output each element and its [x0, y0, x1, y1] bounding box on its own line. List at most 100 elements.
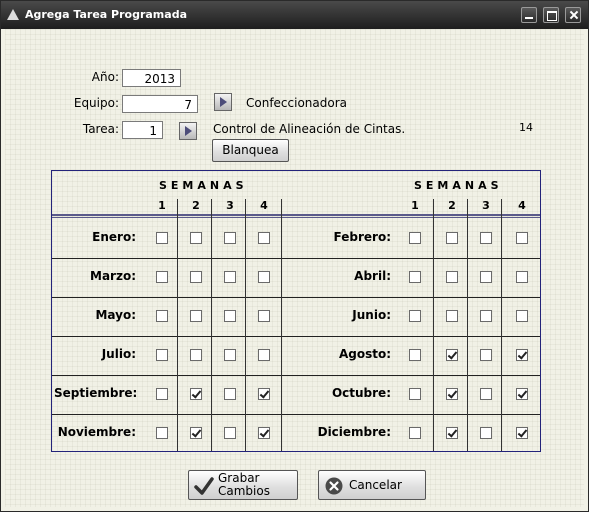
anio-label: Año: — [91, 70, 119, 84]
checkbox-julio-week-3[interactable] — [224, 349, 236, 361]
month-label-marzo: Marzo: — [90, 269, 136, 283]
week-number-left-4: 4 — [260, 199, 268, 212]
equipo-field[interactable] — [122, 95, 198, 113]
checkbox-septiembre-week-4[interactable] — [258, 388, 270, 400]
checkbox-octubre-week-4[interactable] — [516, 388, 528, 400]
column-divider — [433, 199, 434, 451]
week-number-right-2: 2 — [448, 199, 456, 212]
checkbox-julio-week-4[interactable] — [258, 349, 270, 361]
equipo-lookup-button[interactable] — [214, 93, 232, 111]
month-label-septiembre: Septiembre: — [54, 386, 138, 400]
week-number-right-4: 4 — [518, 199, 526, 212]
checkbox-noviembre-week-3[interactable] — [224, 427, 236, 439]
week-number-right-3: 3 — [482, 199, 490, 212]
month-label-febrero: Febrero: — [333, 230, 391, 244]
checkbox-octubre-week-1[interactable] — [409, 388, 421, 400]
checkbox-diciembre-week-1[interactable] — [409, 427, 421, 439]
month-label-diciembre: Diciembre: — [317, 425, 391, 439]
checkbox-mayo-week-2[interactable] — [190, 310, 202, 322]
week-number-left-1: 1 — [158, 199, 166, 212]
month-label-enero: Enero: — [92, 230, 136, 244]
month-label-noviembre: Noviembre: — [57, 425, 136, 439]
checkbox-abril-week-1[interactable] — [409, 271, 421, 283]
grabar-cambios-button[interactable]: Grabar Cambios — [188, 470, 298, 500]
checkbox-abril-week-3[interactable] — [480, 271, 492, 283]
column-divider — [467, 199, 468, 451]
anio-field[interactable] — [122, 69, 181, 87]
month-label-julio: Julio: — [101, 347, 136, 361]
checkbox-noviembre-week-2[interactable] — [190, 427, 202, 439]
week-number-left-2: 2 — [192, 199, 200, 212]
checkbox-marzo-week-1[interactable] — [156, 271, 168, 283]
week-number-right-1: 1 — [411, 199, 419, 212]
checkbox-junio-week-3[interactable] — [480, 310, 492, 322]
tarea-name: Control de Alineación de Cintas. — [213, 122, 406, 136]
tarea-field[interactable] — [122, 121, 163, 139]
checkbox-septiembre-week-1[interactable] — [156, 388, 168, 400]
title-bar[interactable]: Agrega Tarea Programada — [1, 1, 588, 29]
month-label-octubre: Octubre: — [331, 386, 391, 400]
checkbox-noviembre-week-4[interactable] — [258, 427, 270, 439]
minimize-button[interactable] — [521, 7, 537, 23]
checkbox-agosto-week-1[interactable] — [409, 349, 421, 361]
checkbox-marzo-week-2[interactable] — [190, 271, 202, 283]
month-label-junio: Junio: — [352, 308, 391, 322]
checkbox-marzo-week-3[interactable] — [224, 271, 236, 283]
checkbox-diciembre-week-4[interactable] — [516, 427, 528, 439]
checkbox-julio-week-1[interactable] — [156, 349, 168, 361]
checkbox-febrero-week-3[interactable] — [480, 232, 492, 244]
play-arrow-icon — [185, 126, 192, 136]
checkbox-junio-week-4[interactable] — [516, 310, 528, 322]
maximize-button[interactable] — [543, 7, 559, 23]
column-divider — [501, 199, 502, 451]
dialog-content: Año: Equipo: Confeccionadora Tarea: Cont… — [5, 29, 584, 507]
semanas-header-right: SEMANAS — [414, 179, 503, 192]
equipo-label: Equipo: — [73, 96, 119, 110]
checkbox-enero-week-1[interactable] — [156, 232, 168, 244]
checkbox-febrero-week-1[interactable] — [409, 232, 421, 244]
checkbox-mayo-week-4[interactable] — [258, 310, 270, 322]
tarea-lookup-button[interactable] — [179, 122, 197, 140]
equipo-name: Confeccionadora — [246, 96, 348, 110]
tarea-label: Tarea: — [82, 122, 119, 136]
blanquea-button[interactable]: Blanquea — [212, 139, 289, 162]
checkbox-diciembre-week-3[interactable] — [480, 427, 492, 439]
task-count: 14 — [519, 121, 533, 134]
checkbox-septiembre-week-2[interactable] — [190, 388, 202, 400]
checkbox-diciembre-week-2[interactable] — [446, 427, 458, 439]
checkbox-abril-week-4[interactable] — [516, 271, 528, 283]
checkbox-marzo-week-4[interactable] — [258, 271, 270, 283]
checkbox-mayo-week-3[interactable] — [224, 310, 236, 322]
cancelar-button[interactable]: Cancelar — [318, 470, 426, 500]
month-label-mayo: Mayo: — [95, 308, 136, 322]
column-divider — [211, 199, 212, 451]
checkbox-mayo-week-1[interactable] — [156, 310, 168, 322]
checkbox-enero-week-3[interactable] — [224, 232, 236, 244]
column-divider — [245, 199, 246, 451]
schedule-grid: SEMANAS SEMANAS 1 1 2 2 3 3 4 4 Enero: Febrero: Marz… — [51, 170, 541, 452]
month-label-abril: Abril: — [354, 269, 391, 283]
checkbox-enero-week-4[interactable] — [258, 232, 270, 244]
checkbox-octubre-week-2[interactable] — [446, 388, 458, 400]
app-triangle-icon — [7, 9, 19, 20]
window-title: Agrega Tarea Programada — [25, 8, 187, 21]
close-button[interactable] — [565, 7, 581, 23]
month-label-agosto: Agosto: — [338, 347, 391, 361]
checkbox-febrero-week-4[interactable] — [516, 232, 528, 244]
checkbox-agosto-week-3[interactable] — [480, 349, 492, 361]
checkbox-junio-week-1[interactable] — [409, 310, 421, 322]
checkbox-noviembre-week-1[interactable] — [156, 427, 168, 439]
checkbox-febrero-week-2[interactable] — [446, 232, 458, 244]
checkbox-abril-week-2[interactable] — [446, 271, 458, 283]
checkbox-octubre-week-3[interactable] — [480, 388, 492, 400]
checkbox-julio-week-2[interactable] — [190, 349, 202, 361]
checkbox-enero-week-2[interactable] — [190, 232, 202, 244]
semanas-header-left: SEMANAS — [159, 179, 248, 192]
column-divider — [177, 199, 178, 451]
checkbox-agosto-week-4[interactable] — [516, 349, 528, 361]
check-icon — [194, 477, 214, 495]
checkbox-agosto-week-2[interactable] — [446, 349, 458, 361]
checkbox-septiembre-week-3[interactable] — [224, 388, 236, 400]
checkbox-junio-week-2[interactable] — [446, 310, 458, 322]
play-arrow-icon — [220, 97, 227, 107]
